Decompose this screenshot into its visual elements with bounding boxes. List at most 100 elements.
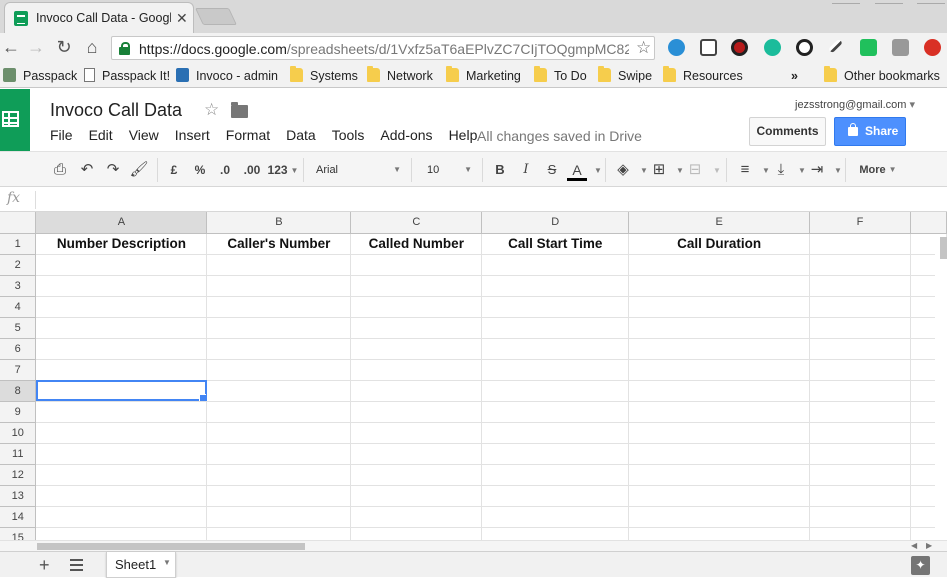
cell-b14[interactable] — [206, 506, 352, 528]
print-icon[interactable]: ⎙ — [50, 160, 70, 180]
cell-d8[interactable] — [481, 380, 630, 402]
cell-b9[interactable] — [206, 401, 352, 423]
cell-c4[interactable] — [350, 296, 483, 318]
address-bar[interactable]: https://docs.google.com/spreadsheets/d/1… — [111, 36, 655, 60]
cell-b1[interactable]: Caller's Number — [206, 233, 352, 255]
cell-a1[interactable]: Number Description — [35, 233, 208, 255]
cell-f2[interactable] — [809, 254, 911, 276]
column-header-e[interactable]: E — [628, 212, 811, 234]
cell-c12[interactable] — [350, 464, 483, 486]
cell-c1[interactable]: Called Number — [350, 233, 483, 255]
cell-c11[interactable] — [350, 443, 483, 465]
cell-c2[interactable] — [350, 254, 483, 276]
cell-d11[interactable] — [481, 443, 630, 465]
bold-button[interactable]: B — [492, 160, 508, 180]
increase-decimal-button[interactable]: .00 — [240, 160, 264, 180]
extension-red-icon[interactable] — [924, 39, 941, 56]
star-document-icon[interactable]: ☆ — [204, 100, 219, 120]
chevron-down-icon[interactable]: ▼ — [594, 166, 602, 175]
cell-d1[interactable]: Call Start Time — [481, 233, 630, 255]
chevron-down-icon[interactable]: ▼ — [163, 558, 171, 567]
cell-a4[interactable] — [35, 296, 208, 318]
home-icon[interactable]: ⌂ — [81, 36, 103, 58]
cell-a8[interactable] — [35, 380, 208, 402]
cell-a13[interactable] — [35, 485, 208, 507]
row-header[interactable]: 5 — [0, 317, 37, 339]
bookmark-invoco-admin[interactable]: Invoco - admin — [176, 68, 278, 84]
row-header[interactable]: 11 — [0, 443, 37, 465]
bookmark-star-icon[interactable]: ☆ — [636, 38, 651, 58]
cell-f4[interactable] — [809, 296, 911, 318]
column-header-c[interactable]: C — [350, 212, 483, 234]
cell-b8[interactable] — [206, 380, 352, 402]
bookmark-passpack-it[interactable]: Passpack It! — [84, 68, 170, 84]
maximize-icon[interactable] — [875, 0, 903, 4]
cell-a10[interactable] — [35, 422, 208, 444]
cell-d13[interactable] — [481, 485, 630, 507]
cell-b5[interactable] — [206, 317, 352, 339]
cell-f15[interactable] — [809, 527, 911, 540]
menu-file[interactable]: File — [50, 127, 73, 143]
cell-f14[interactable] — [809, 506, 911, 528]
document-title[interactable]: Invoco Call Data — [50, 100, 182, 121]
cell-c8[interactable] — [350, 380, 483, 402]
format-percent-button[interactable]: % — [192, 160, 208, 180]
bookmark-folder-todo[interactable]: To Do — [534, 66, 587, 84]
formula-input[interactable] — [44, 192, 924, 208]
chevron-down-icon[interactable]: ▼ — [713, 166, 721, 175]
column-header-d[interactable]: D — [481, 212, 630, 234]
cell-d12[interactable] — [481, 464, 630, 486]
extension-eyedropper-icon[interactable] — [828, 38, 843, 54]
cell-c13[interactable] — [350, 485, 483, 507]
cell-d4[interactable] — [481, 296, 630, 318]
vertical-scroll-thumb[interactable] — [940, 237, 947, 259]
row-header[interactable]: 10 — [0, 422, 37, 444]
extension-m-icon[interactable] — [764, 39, 781, 56]
account-email[interactable]: jezsstrong@gmail.com — [795, 98, 915, 111]
chevron-down-icon[interactable]: ▼ — [676, 166, 684, 175]
cell-e1[interactable]: Call Duration — [628, 233, 811, 255]
cell-f11[interactable] — [809, 443, 911, 465]
cell-f10[interactable] — [809, 422, 911, 444]
row-header[interactable]: 1 — [0, 233, 37, 255]
cell-f5[interactable] — [809, 317, 911, 339]
back-icon[interactable]: ← — [0, 36, 22, 58]
more-formats-dropdown[interactable]: 123 ▼ — [267, 160, 299, 180]
menu-help[interactable]: Help — [449, 127, 478, 143]
extension-k-icon[interactable] — [860, 39, 877, 56]
format-currency-button[interactable]: £ — [166, 160, 182, 180]
bookmark-passpack[interactable]: Passpack — [3, 68, 77, 84]
cell-e3[interactable] — [628, 275, 811, 297]
cell-b10[interactable] — [206, 422, 352, 444]
italic-button[interactable]: I — [518, 160, 534, 180]
strikethrough-button[interactable]: S — [544, 160, 560, 180]
cell-c9[interactable] — [350, 401, 483, 423]
row-header[interactable]: 4 — [0, 296, 37, 318]
new-tab-button[interactable] — [195, 8, 237, 25]
cell-b2[interactable] — [206, 254, 352, 276]
menu-format[interactable]: Format — [226, 127, 270, 143]
column-header-a[interactable]: A — [35, 212, 208, 234]
cell-e7[interactable] — [628, 359, 811, 381]
cell-f3[interactable] — [809, 275, 911, 297]
cell-d9[interactable] — [481, 401, 630, 423]
menu-tools[interactable]: Tools — [332, 127, 365, 143]
cell-a5[interactable] — [35, 317, 208, 339]
more-toolbar-button[interactable]: More ▼ — [856, 160, 900, 180]
row-header[interactable]: 13 — [0, 485, 37, 507]
bookmark-folder-resources[interactable]: Resources — [663, 66, 743, 84]
row-header[interactable]: 14 — [0, 506, 37, 528]
horizontal-scrollbar[interactable]: ◀ ▶ — [0, 540, 947, 551]
cell-b12[interactable] — [206, 464, 352, 486]
cell-b4[interactable] — [206, 296, 352, 318]
decrease-decimal-button[interactable]: .0 — [215, 160, 235, 180]
cell-a6[interactable] — [35, 338, 208, 360]
row-header[interactable]: 9 — [0, 401, 37, 423]
font-size-dropdown[interactable]: 10 ▼ — [426, 160, 474, 180]
all-sheets-icon[interactable] — [70, 556, 84, 572]
select-all-corner[interactable] — [0, 212, 37, 234]
cell-a11[interactable] — [35, 443, 208, 465]
bookmark-folder-swipe[interactable]: Swipe — [598, 66, 652, 84]
chevron-down-icon[interactable]: ▼ — [762, 166, 770, 175]
cell-e2[interactable] — [628, 254, 811, 276]
